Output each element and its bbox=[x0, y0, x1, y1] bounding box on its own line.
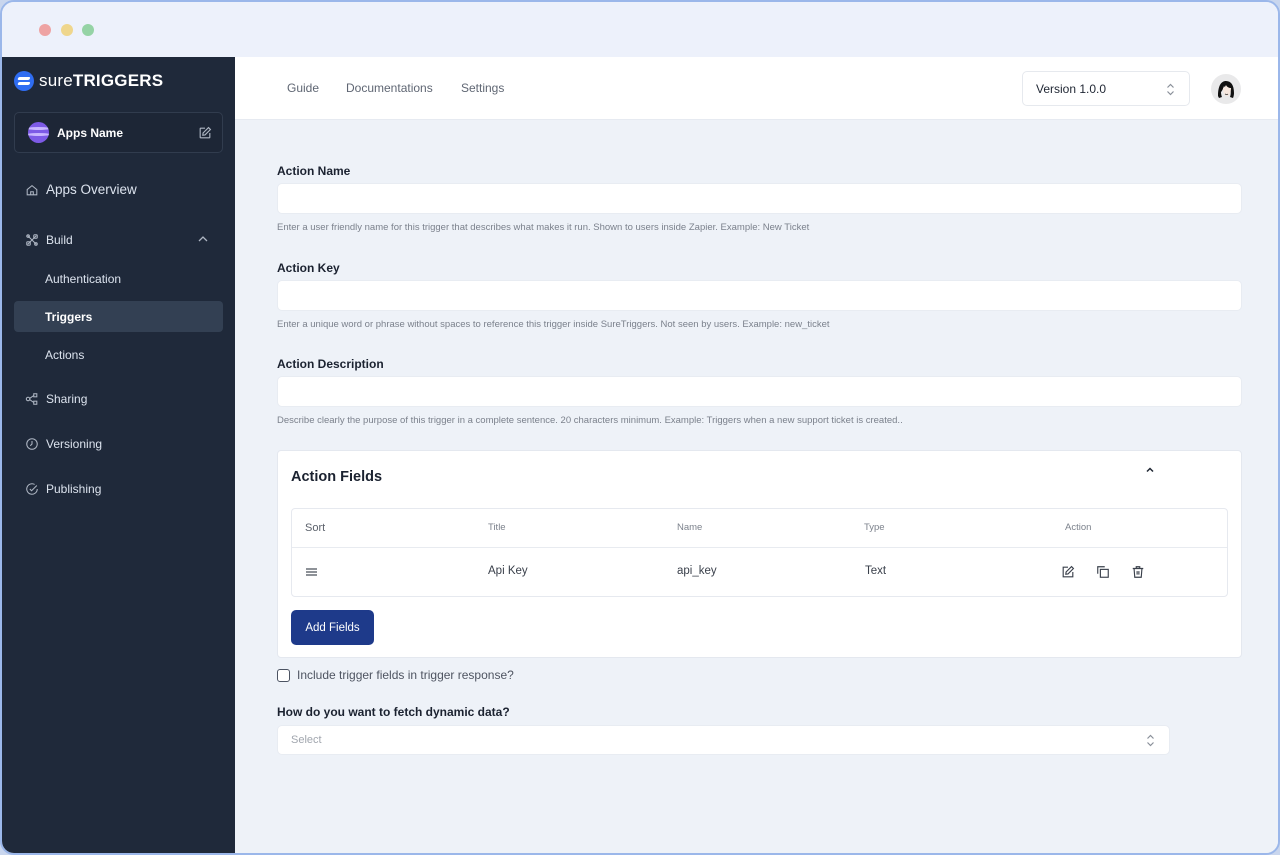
sidebar-item-triggers[interactable]: Triggers bbox=[14, 301, 223, 332]
field-name: api_key bbox=[677, 565, 717, 577]
nav-link-settings[interactable]: Settings bbox=[461, 81, 504, 95]
user-avatar[interactable] bbox=[1211, 74, 1241, 104]
sidebar-item-build[interactable]: Build bbox=[14, 224, 223, 255]
edit-icon[interactable] bbox=[1061, 565, 1075, 579]
action-description-helper: Describe clearly the purpose of this tri… bbox=[277, 415, 903, 426]
app-name: Apps Name bbox=[57, 125, 124, 140]
action-fields-table: Sort Title Name Type Action Api Key api_… bbox=[291, 508, 1228, 597]
field-type: Text bbox=[865, 565, 887, 577]
title-bar bbox=[2, 2, 1278, 57]
table-header: Sort Title Name Type Action bbox=[292, 509, 1227, 548]
sidebar-item-label: Authentication bbox=[45, 271, 122, 286]
action-description-input[interactable] bbox=[277, 376, 1242, 407]
action-key-label: Action Key bbox=[277, 261, 340, 275]
include-trigger-fields-option[interactable]: Include trigger fields in trigger respon… bbox=[277, 668, 514, 682]
clock-icon bbox=[26, 437, 38, 450]
sidebar-item-label: Publishing bbox=[46, 481, 102, 496]
app-avatar-icon bbox=[28, 122, 49, 143]
share-icon bbox=[25, 392, 38, 405]
edit-icon[interactable] bbox=[198, 126, 212, 140]
version-select[interactable]: Version 1.0.0 bbox=[1022, 71, 1190, 106]
sidebar-item-actions[interactable]: Actions bbox=[14, 339, 223, 370]
home-icon bbox=[26, 184, 38, 195]
sidebar-item-sharing[interactable]: Sharing bbox=[14, 383, 223, 414]
action-description-label: Action Description bbox=[277, 357, 384, 371]
tools-icon bbox=[26, 233, 38, 246]
sidebar-item-publishing[interactable]: Publishing bbox=[14, 473, 223, 504]
action-name-helper: Enter a user friendly name for this trig… bbox=[277, 222, 810, 233]
nav-link-documentations[interactable]: Documentations bbox=[346, 81, 433, 95]
top-navigation: Guide Documentations Settings Version 1.… bbox=[235, 57, 1278, 120]
dynamic-data-placeholder: Select bbox=[291, 734, 322, 746]
add-fields-button[interactable]: Add Fields bbox=[291, 610, 374, 645]
action-name-label: Action Name bbox=[277, 164, 351, 178]
minimize-window-button[interactable] bbox=[61, 24, 73, 36]
table-row: Api Key api_key Text bbox=[292, 548, 1227, 597]
sidebar-item-versioning[interactable]: Versioning bbox=[14, 428, 223, 459]
dynamic-data-label: How do you want to fetch dynamic data? bbox=[277, 705, 510, 719]
sidebar-item-label: Sharing bbox=[46, 391, 88, 406]
action-fields-title: Action Fields bbox=[291, 469, 383, 485]
column-header-sort: Sort bbox=[305, 522, 326, 534]
column-header-type: Type bbox=[864, 522, 885, 533]
nav-link-guide[interactable]: Guide bbox=[287, 81, 319, 95]
duplicate-icon[interactable] bbox=[1096, 565, 1110, 579]
chevron-up-icon[interactable] bbox=[197, 233, 209, 245]
sidebar-item-label: Versioning bbox=[46, 436, 103, 451]
action-key-input[interactable] bbox=[277, 280, 1242, 311]
maximize-window-button[interactable] bbox=[82, 24, 94, 36]
column-header-title: Title bbox=[488, 522, 506, 533]
drag-handle-icon[interactable] bbox=[306, 568, 317, 576]
check-circle-icon bbox=[26, 482, 38, 495]
brand-name: sureTRIGGERS bbox=[39, 71, 164, 90]
main-content: Action Name Enter a user friendly name f… bbox=[235, 120, 1278, 853]
column-header-action: Action bbox=[1065, 522, 1092, 533]
sidebar-item-label: Build bbox=[46, 232, 73, 247]
collapse-chevron-up-icon[interactable] bbox=[1145, 465, 1155, 475]
action-key-helper: Enter a unique word or phrase without sp… bbox=[277, 319, 830, 330]
sidebar-item-label: Apps Overview bbox=[46, 182, 137, 197]
sidebar-item-label: Triggers bbox=[45, 309, 93, 324]
field-title: Api Key bbox=[488, 565, 528, 577]
sidebar: sureTRIGGERS Apps Name Apps Overview Bui… bbox=[2, 57, 235, 853]
app-selector[interactable]: Apps Name bbox=[14, 112, 223, 153]
sidebar-item-authentication[interactable]: Authentication bbox=[14, 263, 223, 294]
chevron-up-down-icon bbox=[1147, 734, 1154, 747]
user-avatar-icon bbox=[1218, 81, 1234, 98]
sidebar-item-apps-overview[interactable]: Apps Overview bbox=[14, 174, 223, 205]
trash-icon[interactable] bbox=[1131, 565, 1145, 579]
version-value: Version 1.0.0 bbox=[1036, 81, 1107, 96]
action-fields-card: Action Fields Sort Title Name Type Actio… bbox=[277, 450, 1242, 658]
include-trigger-fields-label: Include trigger fields in trigger respon… bbox=[297, 668, 514, 682]
brand-logo[interactable]: sureTRIGGERS bbox=[14, 71, 163, 91]
action-name-input[interactable] bbox=[277, 183, 1242, 214]
app-window: sureTRIGGERS Apps Name Apps Overview Bui… bbox=[0, 0, 1280, 855]
suretriggers-logo-icon bbox=[14, 71, 34, 91]
sidebar-item-label: Actions bbox=[45, 347, 85, 362]
chevron-up-down-icon bbox=[1167, 83, 1174, 96]
dynamic-data-select[interactable]: Select bbox=[277, 725, 1170, 755]
include-trigger-fields-checkbox[interactable] bbox=[277, 668, 290, 682]
close-window-button[interactable] bbox=[39, 24, 51, 36]
column-header-name: Name bbox=[677, 522, 703, 533]
